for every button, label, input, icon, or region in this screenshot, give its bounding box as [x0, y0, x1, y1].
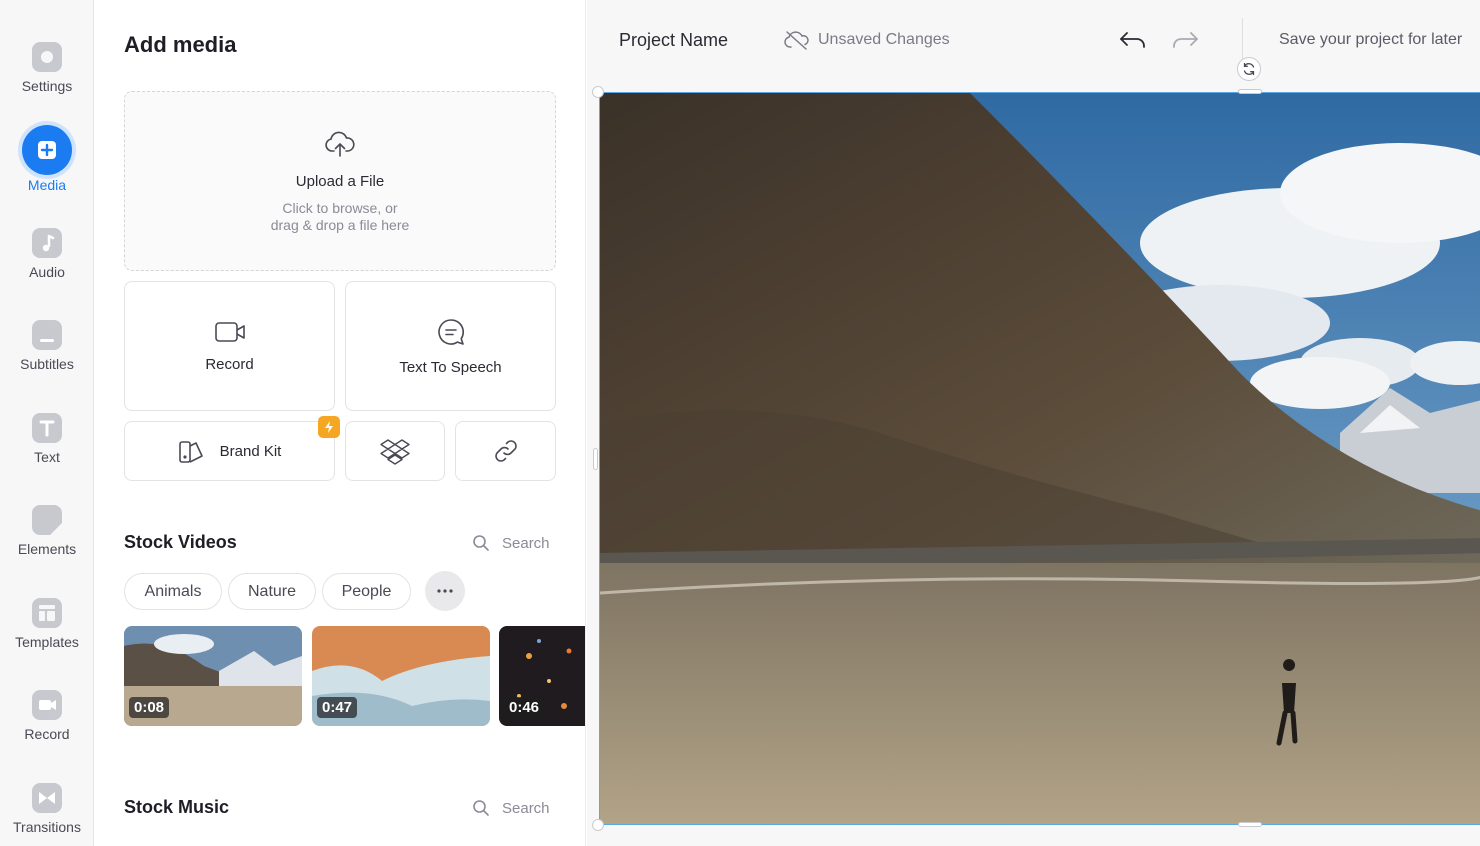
transition-icon: [32, 783, 62, 813]
link-icon: [494, 440, 517, 462]
video-duration: 0:47: [317, 697, 358, 718]
cloud-off-icon: [784, 31, 809, 50]
lightning-icon: [318, 416, 340, 438]
more-dots-icon: [437, 589, 453, 593]
text-t-icon: [32, 413, 62, 443]
rail-item-templates[interactable]: Templates: [0, 598, 94, 650]
rail-item-settings[interactable]: Settings: [0, 42, 94, 94]
cloud-upload-icon: [325, 131, 355, 157]
video-duration: 0:46: [504, 697, 545, 718]
panel-title: Add media: [124, 32, 237, 57]
tool-rail: Settings Media Audio Subtitles Text Elem…: [0, 0, 94, 846]
resize-handle-top[interactable]: [1238, 89, 1262, 94]
stock-music-search[interactable]: Search: [472, 799, 550, 817]
stock-videos-search[interactable]: Search: [472, 534, 550, 552]
video-camera-icon: [214, 321, 245, 342]
chip-animals[interactable]: Animals: [124, 573, 222, 610]
stock-video-thumb[interactable]: 0:08: [124, 626, 302, 726]
stock-video-thumb[interactable]: 0:47: [312, 626, 490, 726]
record-button[interactable]: Record: [124, 281, 335, 411]
brand-kit-label: Brand Kit: [219, 442, 282, 460]
rail-label: Templates: [15, 634, 79, 650]
rail-item-audio[interactable]: Audio: [0, 228, 94, 280]
palette-icon: [178, 441, 203, 463]
resize-handle-bottom-left[interactable]: [592, 819, 604, 831]
undo-icon: [1120, 32, 1145, 48]
rail-item-elements[interactable]: Elements: [0, 505, 94, 557]
video-frame-image: [600, 93, 1480, 824]
rail-label: Audio: [29, 264, 65, 280]
stock-music-title: Stock Music: [124, 797, 230, 817]
brand-kit-button[interactable]: Brand Kit: [124, 416, 340, 481]
more-categories-button[interactable]: [425, 571, 465, 611]
text-to-speech-button[interactable]: Text To Speech: [345, 281, 556, 411]
gear-icon: [32, 42, 62, 72]
stock-videos-title: Stock Videos: [124, 532, 237, 552]
plus-icon: [22, 125, 72, 175]
chip-nature[interactable]: Nature: [228, 573, 316, 610]
templates-icon: [32, 598, 62, 628]
search-label: Search: [502, 534, 550, 552]
rotate-handle[interactable]: [1237, 57, 1261, 81]
save-status: Unsaved Changes: [784, 30, 950, 50]
undo-button[interactable]: [1118, 28, 1148, 57]
rail-label: Settings: [21, 78, 73, 94]
music-note-icon: [32, 228, 62, 258]
shapes-icon: [32, 505, 62, 535]
resize-handle-top-left[interactable]: [592, 86, 604, 98]
record-label: Record: [205, 355, 254, 373]
project-name-field[interactable]: Project Name: [619, 30, 728, 51]
upload-hint: Click to browse, or drag & drop a file h…: [270, 200, 410, 233]
save-status-label: Unsaved Changes: [818, 31, 950, 48]
rail-item-transitions[interactable]: Transitions: [0, 783, 94, 835]
resize-handle-left[interactable]: [593, 448, 598, 470]
search-icon: [473, 800, 489, 816]
redo-icon: [1173, 32, 1198, 48]
link-button[interactable]: [455, 421, 556, 481]
search-icon: [473, 535, 489, 551]
rail-item-subtitles[interactable]: Subtitles: [0, 320, 94, 372]
upload-title: Upload a File: [295, 173, 385, 190]
video-editor: Settings Media Audio Subtitles Text Elem…: [0, 0, 1480, 846]
resize-handle-bottom[interactable]: [1238, 822, 1262, 827]
search-label: Search: [502, 799, 550, 817]
canvas-area: [587, 57, 1480, 846]
add-media-panel: Add media Upload a File Click to browse,…: [94, 0, 586, 846]
rail-item-media[interactable]: Media: [0, 125, 94, 193]
tts-label: Text To Speech: [399, 358, 502, 376]
rail-label: Media: [27, 177, 67, 193]
redo-button[interactable]: [1170, 28, 1200, 57]
rail-item-record[interactable]: Record: [0, 690, 94, 742]
chip-people[interactable]: People: [322, 573, 411, 610]
stock-video-thumb[interactable]: 0:46: [499, 626, 585, 726]
camera-icon: [32, 690, 62, 720]
save-project-prompt[interactable]: Save your project for later: [1279, 31, 1462, 49]
video-clip-on-canvas[interactable]: [599, 92, 1480, 825]
rail-label: Transitions: [13, 819, 81, 835]
rail-label: Text: [34, 449, 60, 465]
dropbox-icon: [380, 439, 410, 465]
video-duration: 0:08: [129, 697, 170, 718]
subtitles-icon: [32, 320, 62, 350]
rail-label: Elements: [17, 541, 77, 557]
rail-label: Subtitles: [20, 356, 74, 372]
upload-dropzone[interactable]: Upload a File Click to browse, or drag &…: [124, 91, 556, 271]
rotate-icon: [1243, 62, 1255, 76]
dropbox-button[interactable]: [345, 421, 445, 481]
editor-topbar: Project Name Unsaved Changes Save your p…: [587, 0, 1480, 86]
speech-bubble-icon: [437, 318, 464, 345]
rail-item-text[interactable]: Text: [0, 413, 94, 465]
rail-label: Record: [24, 726, 70, 742]
